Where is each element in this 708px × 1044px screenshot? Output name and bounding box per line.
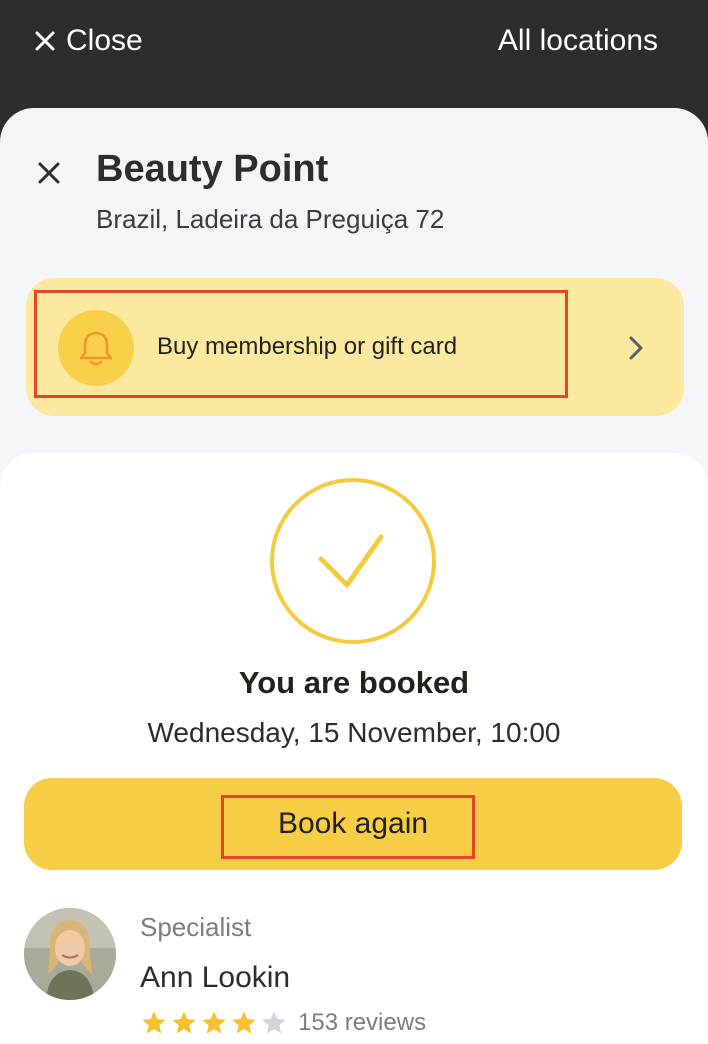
- star-filled-icon: [232, 1011, 256, 1034]
- chevron-right-icon: [629, 336, 643, 360]
- book-again-button[interactable]: Book again: [24, 778, 682, 870]
- star-filled-icon: [172, 1011, 196, 1034]
- membership-banner[interactable]: Buy membership or gift card: [26, 278, 684, 416]
- booking-card: You are booked Wednesday, 15 November, 1…: [0, 453, 708, 1044]
- salon-address: Brazil, Ladeira da Preguiça 72: [96, 204, 445, 234]
- specialist-role: Specialist: [140, 912, 252, 942]
- checkmark-icon: [270, 478, 436, 644]
- specialist-photo: [24, 908, 116, 1000]
- rating: 153 reviews: [140, 1008, 426, 1038]
- star-empty-icon: [262, 1011, 286, 1034]
- specialist-name: Ann Lookin: [140, 961, 291, 994]
- location-sheet: Beauty Point Brazil, Ladeira da Preguiça…: [0, 108, 708, 1044]
- salon-name: Beauty Point: [96, 148, 329, 190]
- close-label: Close: [66, 24, 143, 57]
- star-filled-icon: [142, 1011, 166, 1034]
- avatar[interactable]: [24, 908, 116, 1000]
- book-again-label: Book again: [277, 807, 429, 840]
- highlight-box: [34, 290, 568, 398]
- close-icon: [35, 31, 55, 51]
- close-icon[interactable]: [36, 160, 62, 186]
- all-locations-link[interactable]: All locations: [498, 22, 658, 60]
- booking-datetime: Wednesday, 15 November, 10:00: [147, 717, 561, 748]
- reviews-count[interactable]: 153 reviews: [298, 1009, 426, 1037]
- close-button[interactable]: Close: [34, 22, 143, 60]
- top-bar: Close All locations: [0, 0, 708, 120]
- booking-title: You are booked: [238, 665, 470, 700]
- star-filled-icon: [202, 1011, 226, 1034]
